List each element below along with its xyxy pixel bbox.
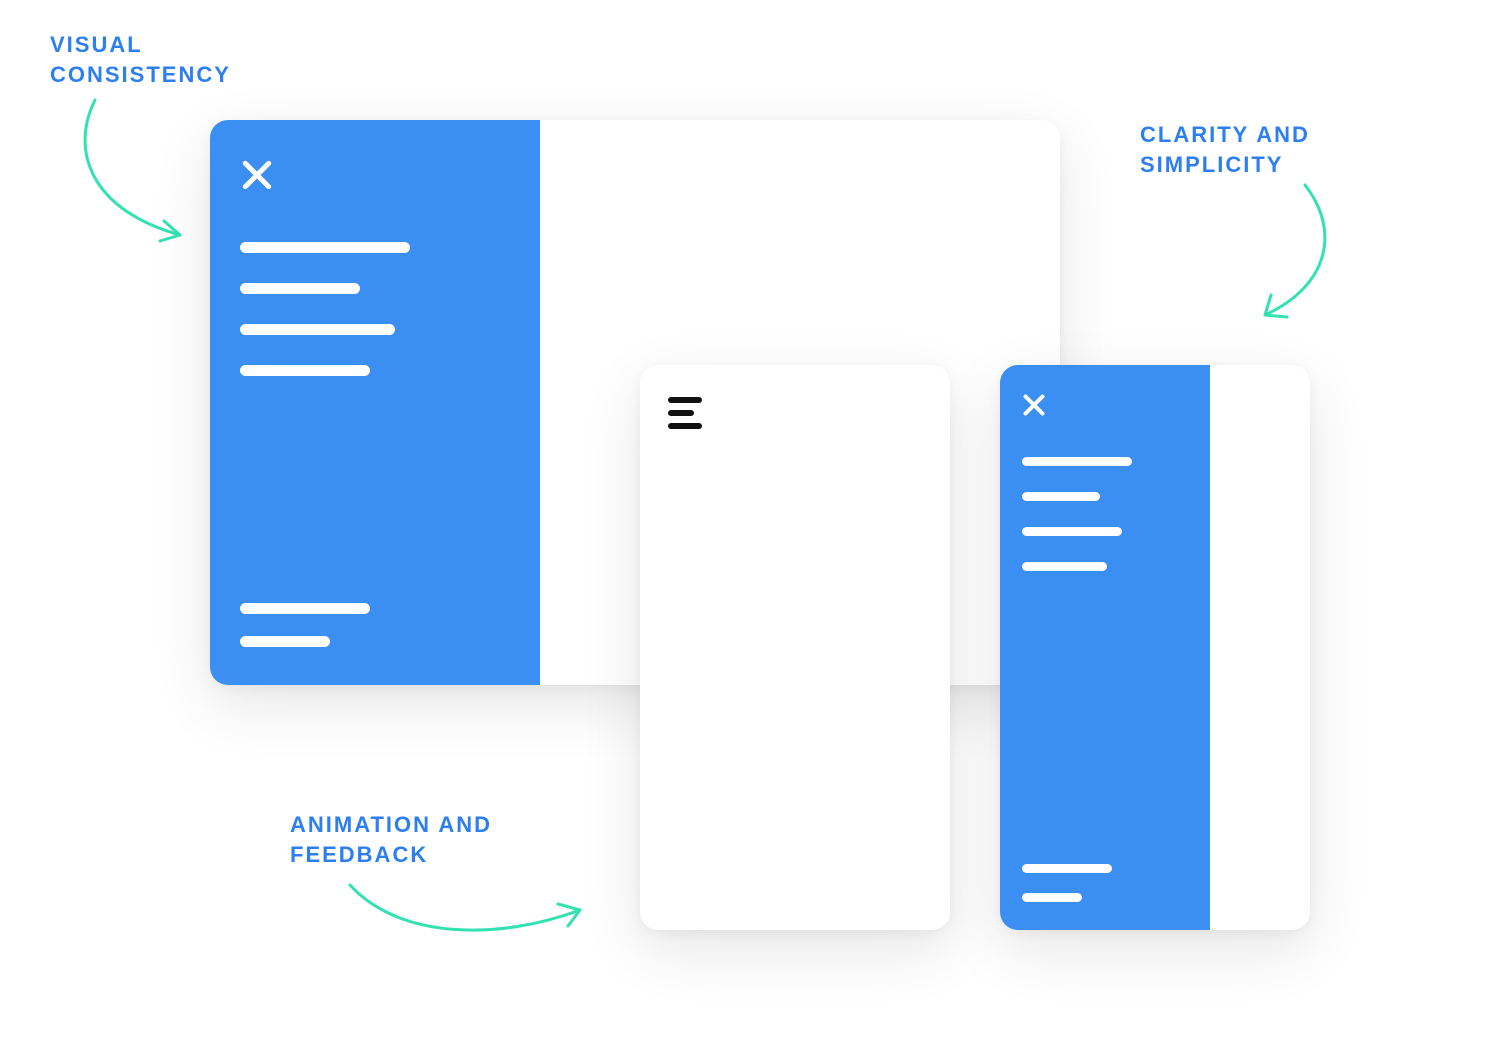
- nav-item[interactable]: [1022, 457, 1132, 466]
- desktop-sidebar: [210, 120, 540, 685]
- nav-item[interactable]: [240, 636, 330, 647]
- phone-sidebar: [1000, 365, 1210, 930]
- nav-item[interactable]: [240, 324, 395, 335]
- arrow-animation-feedback: [340, 870, 600, 950]
- hamburger-icon[interactable]: [668, 397, 702, 429]
- nav-item[interactable]: [1022, 492, 1100, 501]
- close-icon[interactable]: [240, 158, 274, 192]
- nav-group-top: [240, 242, 510, 376]
- nav-group-bottom: [240, 603, 510, 647]
- phone-mockup-open: [1000, 365, 1310, 930]
- label-visual-consistency: VISUALCONSISTENCY: [50, 30, 231, 89]
- label-animation-feedback: ANIMATION ANDFEEDBACK: [290, 810, 492, 869]
- nav-item[interactable]: [240, 365, 370, 376]
- nav-item[interactable]: [1022, 527, 1122, 536]
- close-icon[interactable]: [1022, 393, 1046, 417]
- arrow-visual-consistency: [60, 90, 200, 250]
- nav-item[interactable]: [240, 283, 360, 294]
- nav-item[interactable]: [1022, 864, 1112, 873]
- nav-item[interactable]: [1022, 893, 1082, 902]
- nav-group-top: [1022, 457, 1188, 571]
- phone-mockup-closed: [640, 365, 950, 930]
- arrow-clarity-simplicity: [1210, 175, 1350, 335]
- nav-group-bottom: [1022, 864, 1188, 902]
- nav-item[interactable]: [240, 603, 370, 614]
- nav-item[interactable]: [1022, 562, 1107, 571]
- nav-item[interactable]: [240, 242, 410, 253]
- label-clarity-simplicity: CLARITY ANDSIMPLICITY: [1140, 120, 1310, 179]
